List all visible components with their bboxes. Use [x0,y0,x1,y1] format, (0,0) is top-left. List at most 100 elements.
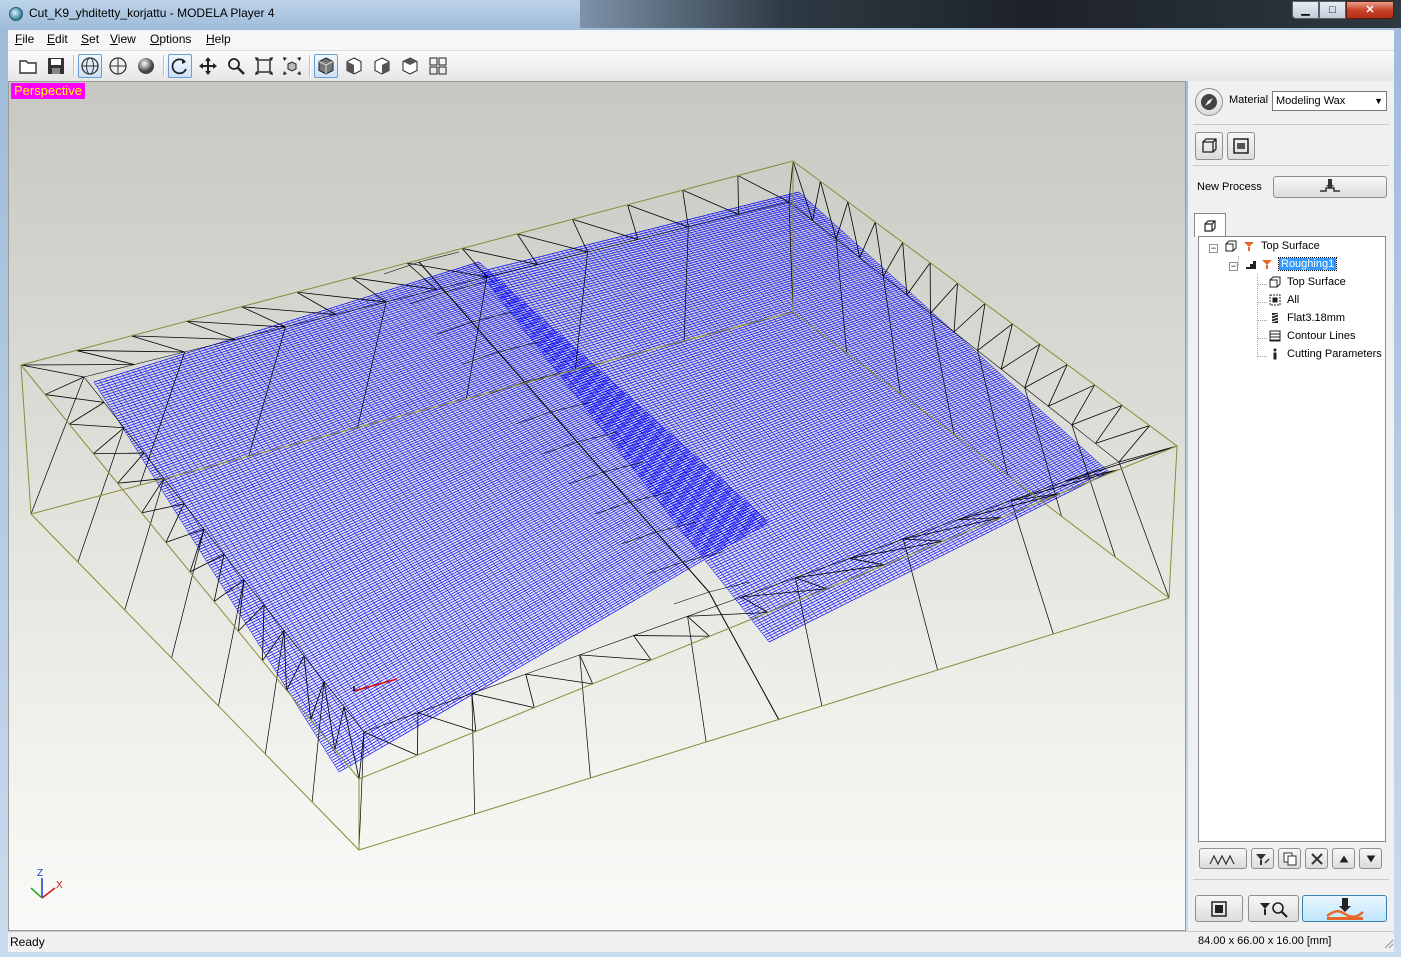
mesh-edge [218,579,245,707]
view-right-icon[interactable] [370,54,394,78]
view-front-icon[interactable] [342,54,366,78]
mesh-edge [123,427,145,454]
open-folder-icon[interactable] [16,54,40,78]
zoom-icon[interactable] [224,54,248,78]
path-preview-icon [1209,854,1235,865]
mesh-edge [1024,387,1049,407]
mesh-edge [386,289,437,303]
toolpath-line [766,199,1076,490]
wireframe-icon[interactable] [78,54,102,78]
rotate-icon[interactable] [168,54,192,78]
process-tree[interactable]: − Top Surface − Roughing1 Top Surface Al… [1198,236,1386,842]
toolpath-line [762,200,1071,492]
mesh-edge [902,539,938,671]
move-down-button[interactable] [1359,848,1382,869]
bounds-edge [20,364,32,515]
mesh-edge [93,452,145,455]
preview-search-icon [1259,901,1288,918]
menu-view[interactable]: View [110,32,136,46]
status-text: Ready [10,935,45,949]
cut-icon [1325,897,1364,920]
toolpath-line [501,266,794,631]
mesh-edge [213,554,225,602]
menu-file[interactable]: File [15,32,34,46]
fit-all-icon[interactable] [280,54,304,78]
minimize-button[interactable]: ▁ [1292,1,1319,19]
silhouette-icon[interactable] [106,54,130,78]
tree-item-contour-lines[interactable]: Contour Lines [1269,330,1356,342]
tree-item-top-surface-sub[interactable]: Top Surface [1269,276,1346,288]
menu-options[interactable]: Options [150,32,191,46]
stock-button[interactable] [1227,132,1255,160]
mesh-edge [223,554,245,581]
toolpath-line [137,368,389,744]
mesh-edge [165,503,185,543]
preview-cutting-button[interactable] [1248,895,1299,922]
mesh-edge [141,503,185,514]
cut-button[interactable] [1302,895,1387,922]
axis-x-label: X [56,880,63,891]
app-window: Cut_K9_yhditetty_korjattu - MODELA Playe… [0,0,1401,957]
menu-set[interactable]: Set [81,32,99,46]
menu-help[interactable]: Help [206,32,231,46]
stop-button[interactable] [1195,895,1243,922]
collapse-toggle[interactable]: − [1229,262,1238,271]
maximize-button[interactable]: □ [1319,1,1346,19]
preview-path-button[interactable] [1199,848,1247,869]
compass-button[interactable] [1195,88,1223,116]
mesh-edge [117,452,145,484]
material-label: Material [1229,94,1269,106]
mesh-edge [1095,425,1150,444]
model-button[interactable] [1195,132,1223,160]
delete-button[interactable] [1305,848,1328,869]
view-mode-label: Perspective [11,83,85,99]
process-icon [1262,260,1272,269]
tree-item-tool[interactable]: Flat3.18mm [1269,312,1345,324]
pan-icon[interactable] [196,54,220,78]
mesh-edge [572,218,639,240]
shaded-icon[interactable] [134,54,158,78]
3d-viewport[interactable]: Z X Perspective [8,81,1186,931]
material-select[interactable]: Modeling Wax ▼ [1272,91,1387,111]
tree-item-all[interactable]: All [1269,294,1299,306]
tab-process-tree[interactable] [1194,213,1226,237]
mesh-edge [417,712,419,756]
mesh-edge [30,376,85,515]
mesh-edge [131,335,185,353]
toolpath-scene: Z X [20,160,1179,899]
mesh-edge [83,364,135,378]
collapse-toggle[interactable]: − [1209,244,1218,253]
tree-item-roughing1[interactable]: Roughing1 [1245,257,1338,271]
status-bar: Ready 84.00 x 66.00 x 16.00 [mm] [8,931,1394,952]
mesh-edge [835,201,849,240]
mesh-edge [1071,424,1096,444]
move-up-button[interactable] [1332,848,1355,869]
edit-process-button[interactable] [1251,848,1274,869]
mesh-edge [687,615,710,637]
mesh-edge [633,635,652,661]
menu-edit[interactable]: Edit [47,32,68,46]
resize-grip[interactable] [1382,937,1394,949]
save-icon[interactable] [44,54,68,78]
fit-icon[interactable] [252,54,276,78]
title-bar[interactable]: Cut_K9_yhditetty_korjattu - MODELA Playe… [0,0,1401,28]
mesh-edge [517,233,588,253]
mesh-edge [418,251,460,263]
mesh-edge [76,350,185,353]
mesh-edge [953,303,986,333]
mesh-edge [874,222,884,277]
view-multi-icon[interactable] [426,54,450,78]
toolpath-line [597,242,896,580]
close-button[interactable]: ✕ [1346,1,1394,19]
mesh-edge [1010,500,1054,635]
toolpath-line [794,192,1105,475]
copy-button[interactable] [1278,848,1301,869]
view-top-icon[interactable] [398,54,422,78]
view-iso-icon[interactable] [314,54,338,78]
tree-item-top-surface[interactable]: Top Surface [1225,240,1320,252]
new-process-button[interactable] [1273,176,1387,198]
bounds-edge [1168,445,1178,599]
mesh-edge [737,175,790,203]
mesh-edge [248,326,286,457]
tree-item-cutting-parameters[interactable]: Cutting Parameters [1269,348,1382,360]
